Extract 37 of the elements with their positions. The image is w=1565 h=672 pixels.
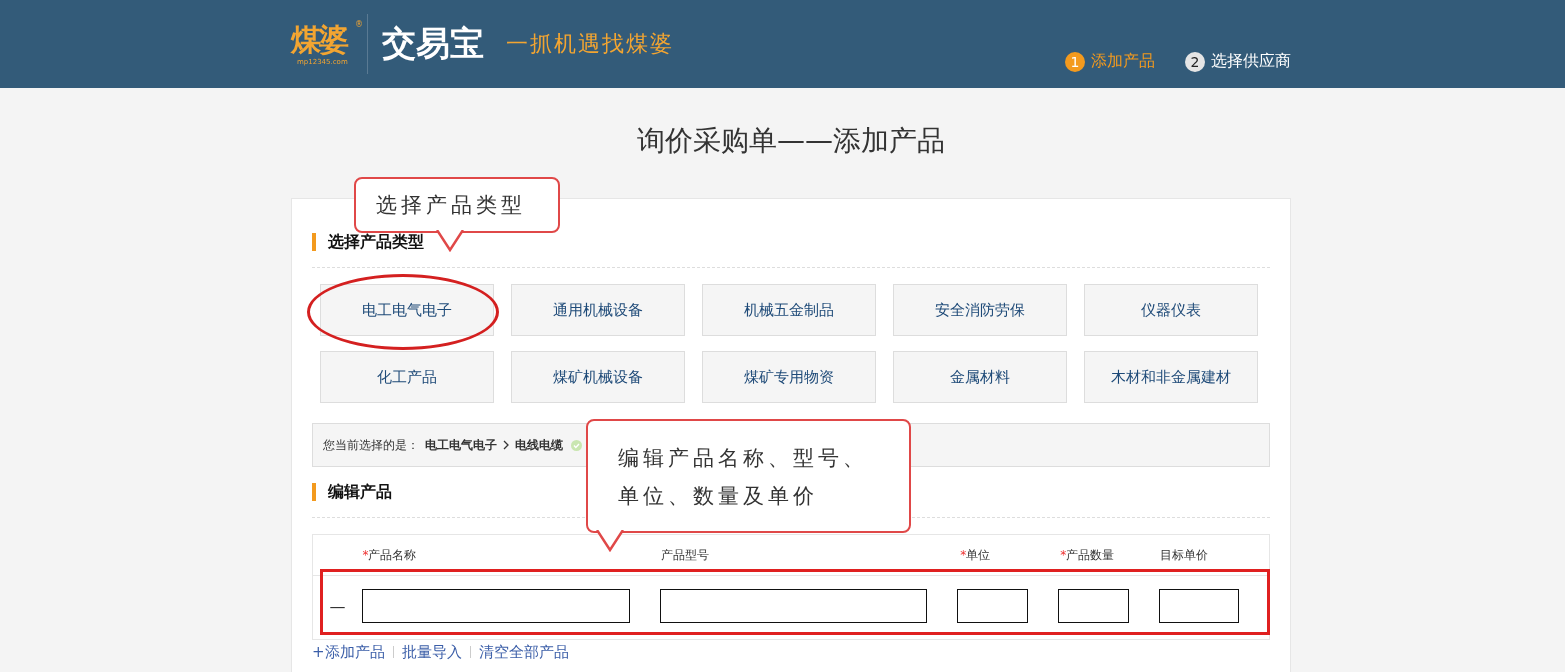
step-tab[interactable]: 2 选择供应商 <box>1185 51 1291 72</box>
category-button[interactable]: 木材和非金属建材 <box>1084 351 1258 403</box>
column-header: *产品名称 <box>362 546 418 564</box>
category-button[interactable]: 机械五金制品 <box>702 284 876 336</box>
callout-tail <box>596 530 624 552</box>
column-header: *产品数量 <box>1060 546 1116 564</box>
slogan: 一抓机遇找煤婆 <box>506 30 674 58</box>
page-title: 询价采购单——添加产品 <box>636 123 946 159</box>
input-field[interactable] <box>957 589 1028 623</box>
chevron-icon <box>503 440 509 450</box>
category-button[interactable]: 仪器仪表 <box>1084 284 1258 336</box>
logo-product: 交易宝 <box>382 22 484 65</box>
column-header: *单位 <box>960 546 992 564</box>
selected-category: 电线电缆 <box>515 436 563 454</box>
selection-label: 您当前选择的是： <box>323 436 419 454</box>
registered-mark: ® <box>355 20 363 29</box>
input-field[interactable] <box>1159 589 1239 623</box>
input-field[interactable] <box>1058 589 1129 623</box>
input-field[interactable] <box>659 589 927 623</box>
column-header: 产品型号 <box>661 546 711 564</box>
logo-brand: 煤婆 <box>291 21 347 58</box>
category-button[interactable]: 安全消防劳保 <box>893 284 1067 336</box>
check-icon <box>571 439 582 451</box>
row-marker: — <box>328 596 347 616</box>
selected-category: 电工电气电子 <box>425 436 497 454</box>
category-button[interactable]: 化工产品 <box>320 351 494 403</box>
category-button[interactable]: 煤矿机械设备 <box>511 351 685 403</box>
column-header: 目标单价 <box>1160 546 1210 564</box>
input-field[interactable] <box>362 589 630 623</box>
action-link[interactable]: 清空全部产品 <box>469 646 577 658</box>
category-button[interactable]: 煤矿专用物资 <box>702 351 876 403</box>
category-button[interactable]: 通用机械设备 <box>511 284 685 336</box>
action-link[interactable]: 批量导入 <box>392 646 470 658</box>
action-link[interactable]: +添加产品 <box>312 646 393 658</box>
category-button[interactable]: 金属材料 <box>893 351 1067 403</box>
callout-tail <box>436 230 464 252</box>
category-button[interactable]: 电工电气电子 <box>320 284 494 336</box>
